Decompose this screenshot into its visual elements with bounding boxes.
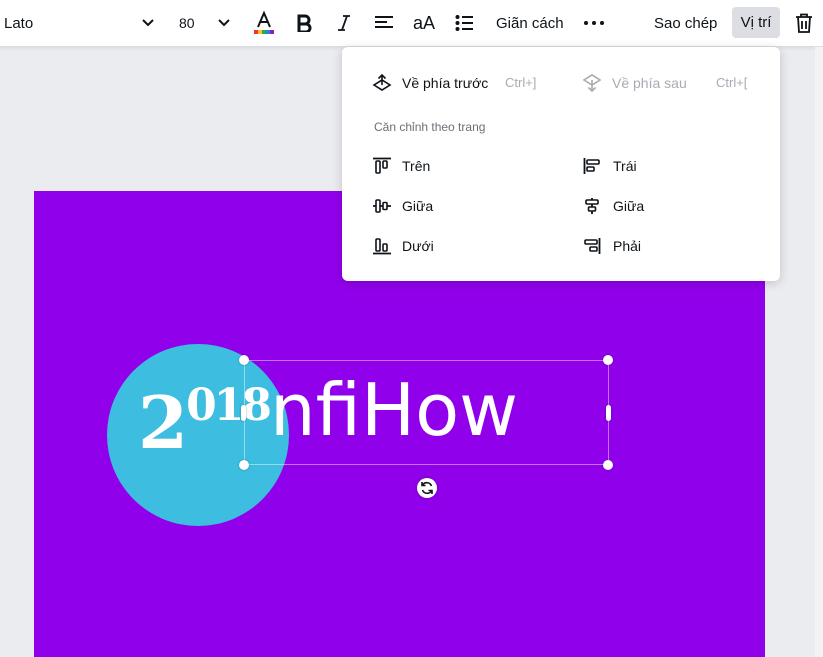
align-middle-icon: [373, 199, 391, 213]
align-left-icon: [583, 158, 600, 174]
list-icon: [455, 15, 473, 31]
editor-toolbar: Lato 80 aA Giãn cách Sao chép Vị trí: [0, 0, 823, 47]
align-left-label: Trái: [613, 158, 637, 174]
copy-button[interactable]: Sao chép: [654, 0, 717, 46]
align-bottom-item[interactable]: Dưới: [372, 234, 434, 258]
chevron-down-icon: [218, 19, 230, 27]
align-left-icon: [375, 16, 393, 28]
delete-button[interactable]: [792, 0, 816, 46]
text-color-button[interactable]: [250, 0, 278, 46]
list-button[interactable]: [452, 0, 476, 46]
year-small-digits: 018: [186, 380, 272, 431]
resize-handle-bottom-right[interactable]: [603, 460, 613, 470]
position-button[interactable]: Vị trí: [732, 7, 780, 38]
trash-icon: [796, 13, 812, 33]
align-center-icon: [585, 198, 599, 214]
bring-forward-shortcut: Ctrl+]: [505, 75, 537, 90]
letter-case-button[interactable]: aA: [411, 0, 437, 46]
align-top-icon: [373, 157, 391, 174]
align-section-label: Căn chỉnh theo trang: [374, 120, 486, 134]
resize-handle-top-right[interactable]: [603, 355, 613, 365]
bring-forward-icon: [372, 74, 392, 91]
align-center-label: Giữa: [613, 198, 645, 214]
font-size-input[interactable]: 80: [179, 0, 195, 46]
rotate-handle[interactable]: [417, 478, 437, 498]
align-middle-label: Giữa: [402, 198, 434, 214]
year-big-digit: 2: [138, 380, 188, 465]
send-backward-label: Về phía sau: [612, 75, 687, 91]
year-text[interactable]: 2018: [138, 384, 272, 459]
send-backward-icon: [582, 74, 602, 92]
align-right-icon: [584, 238, 601, 254]
chevron-down-icon: [142, 19, 154, 27]
bring-forward-label: Về phía trước: [402, 75, 489, 91]
align-left-item[interactable]: Trái: [583, 154, 637, 178]
scrollbar-track[interactable]: [815, 47, 823, 657]
italic-button[interactable]: [332, 0, 356, 46]
font-size-dropdown[interactable]: [214, 0, 234, 46]
align-center-item[interactable]: Giữa: [583, 194, 644, 218]
italic-icon: [338, 15, 350, 31]
bring-forward-item[interactable]: Về phía trước: [372, 71, 488, 95]
spacing-button[interactable]: Giãn cách: [496, 0, 564, 46]
text-color-icon: [254, 10, 274, 34]
font-family-dropdown[interactable]: [138, 0, 158, 46]
resize-handle-left[interactable]: [241, 405, 246, 421]
position-dropdown: Về phía trước Ctrl+] Về phía sau Ctrl+[ …: [342, 47, 780, 281]
align-middle-item[interactable]: Giữa: [372, 194, 433, 218]
text-align-button[interactable]: [372, 0, 396, 46]
rotate-icon: [421, 481, 433, 495]
send-backward-item[interactable]: Về phía sau: [582, 71, 687, 95]
align-top-label: Trên: [402, 158, 431, 174]
resize-handle-top-left[interactable]: [239, 355, 249, 365]
more-button[interactable]: [582, 0, 606, 46]
send-backward-shortcut: Ctrl+[: [716, 75, 748, 90]
align-right-label: Phải: [613, 238, 642, 254]
bold-button[interactable]: [292, 0, 316, 46]
font-family-button[interactable]: Lato: [4, 0, 33, 46]
resize-handle-right[interactable]: [606, 405, 611, 421]
brand-text[interactable]: nfiHow: [270, 374, 518, 446]
align-bottom-icon: [373, 238, 391, 255]
bold-icon: [297, 14, 312, 32]
more-icon: [584, 21, 604, 25]
align-top-item[interactable]: Trên: [372, 154, 430, 178]
align-bottom-label: Dưới: [402, 238, 434, 254]
align-right-item[interactable]: Phải: [583, 234, 641, 258]
resize-handle-bottom-left[interactable]: [239, 460, 249, 470]
